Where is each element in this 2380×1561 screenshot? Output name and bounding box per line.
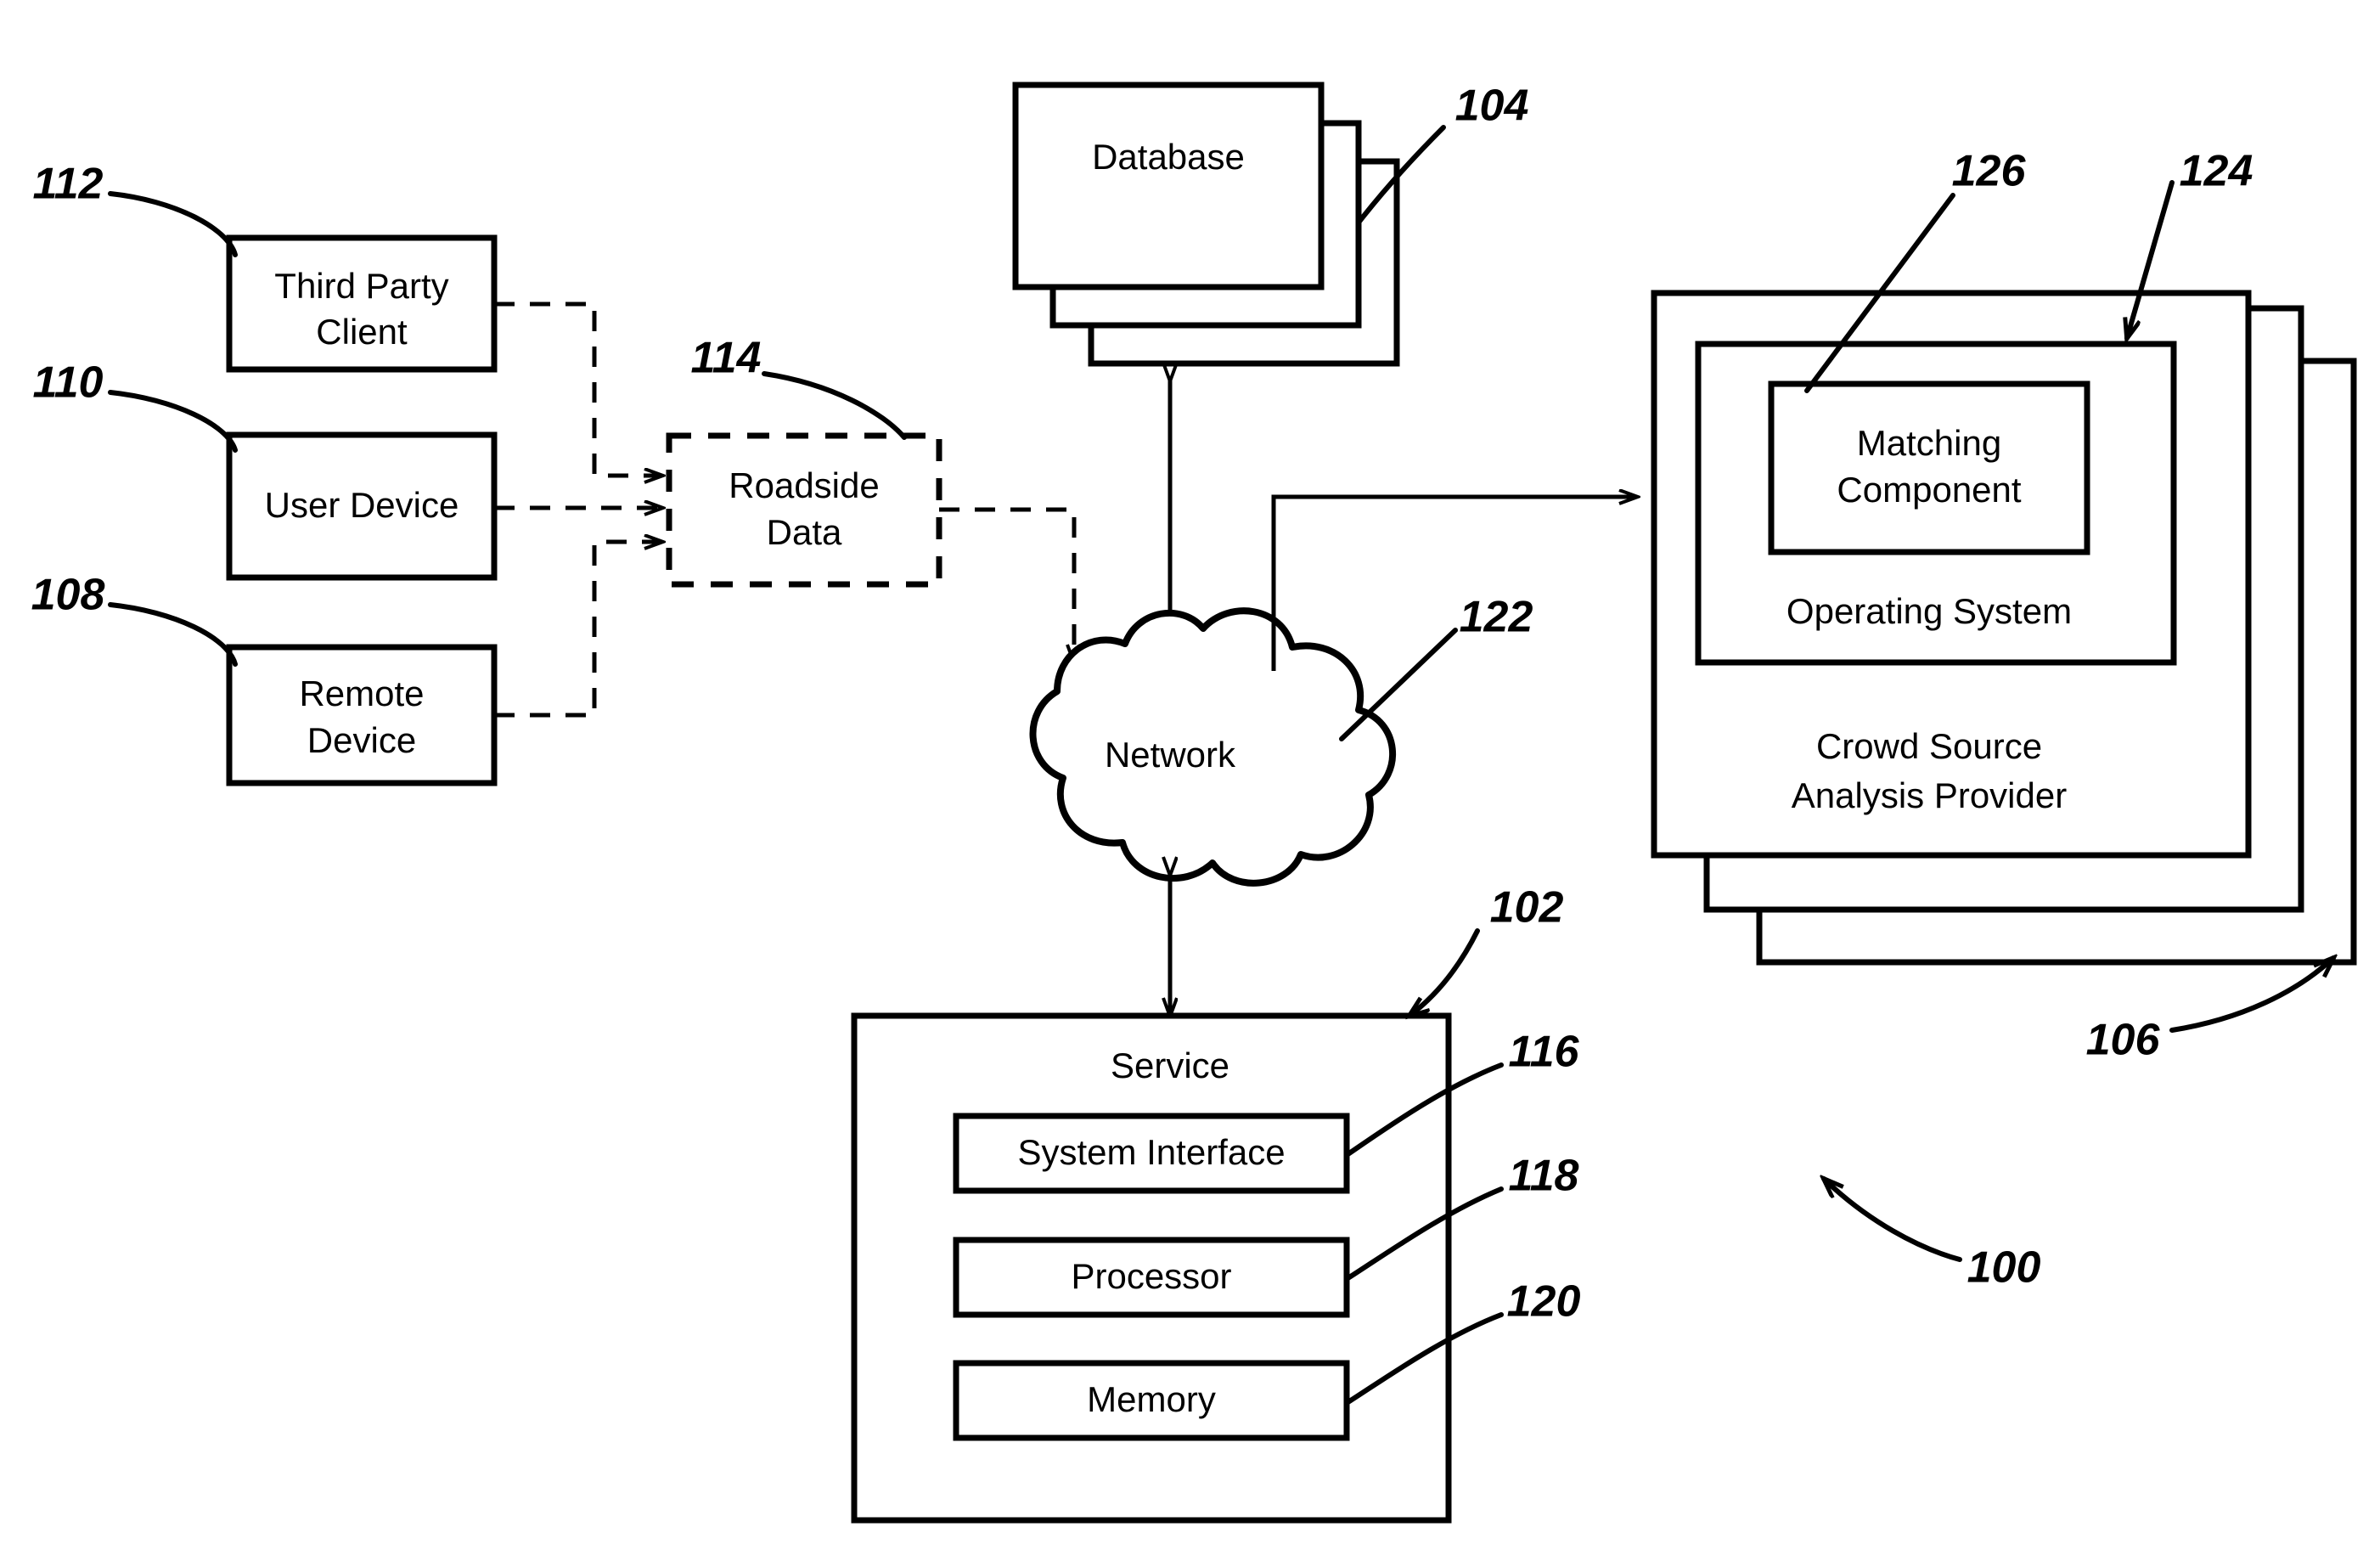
ref-110: 110 xyxy=(33,358,238,453)
connector-network-to-crowd-source xyxy=(1271,497,1637,671)
operating-system-label: Operating System xyxy=(1786,591,2072,631)
third-party-client-label-line1: Third Party xyxy=(274,266,448,306)
remote-device-box xyxy=(226,644,498,786)
network-label: Network xyxy=(1105,735,1236,775)
ref-118-label: 118 xyxy=(1509,1152,1579,1201)
ref-102: 102 xyxy=(1409,883,1563,1016)
ref-104-label: 104 xyxy=(1455,82,1529,131)
ref-100: 100 xyxy=(1824,1179,2040,1293)
node-database-stack: Database xyxy=(1012,82,1400,367)
ref-110-leader xyxy=(108,390,238,453)
database-card-front xyxy=(1012,82,1325,290)
ref-112-leader xyxy=(108,191,238,257)
patent-diagram-svg: Third Party Client User Device Remote De… xyxy=(31,82,2357,1524)
matching-component-label-line2: Component xyxy=(1837,470,2021,510)
ref-100-leader xyxy=(1824,1179,1962,1262)
connector-third-party-to-roadside xyxy=(494,301,662,476)
remote-device-label-line1: Remote xyxy=(299,673,424,713)
ref-106-label: 106 xyxy=(2086,1016,2161,1065)
node-roadside-data: Roadside Data xyxy=(666,432,942,588)
crowd-source-label-line2: Analysis Provider xyxy=(1792,775,2067,815)
node-third-party-client: Third Party Client xyxy=(226,234,498,373)
roadside-data-box xyxy=(666,432,942,588)
ref-102-leader xyxy=(1409,928,1480,1016)
figure-canvas: Third Party Client User Device Remote De… xyxy=(0,0,2380,1561)
service-label: Service xyxy=(1111,1045,1229,1085)
node-remote-device: Remote Device xyxy=(226,644,498,786)
ref-114-label: 114 xyxy=(691,334,762,383)
crowd-source-label-line1: Crowd Source xyxy=(1816,726,2042,766)
ref-108-leader xyxy=(108,602,238,667)
ref-108: 108 xyxy=(31,571,238,667)
remote-device-label-line2: Device xyxy=(307,720,416,760)
ref-110-label: 110 xyxy=(33,358,104,408)
processor-label: Processor xyxy=(1071,1256,1231,1296)
third-party-client-label-line2: Client xyxy=(316,312,408,352)
roadside-data-label-line2: Data xyxy=(767,512,842,552)
database-label: Database xyxy=(1092,137,1245,177)
node-crowd-source-stack: Matching Component Operating System Crow… xyxy=(1651,290,2357,966)
connector-clients-to-roadside xyxy=(494,301,662,718)
ref-108-label: 108 xyxy=(31,571,105,620)
ref-116-label: 116 xyxy=(1509,1028,1580,1077)
matching-component-label-line1: Matching xyxy=(1857,423,2001,463)
ref-112-label: 112 xyxy=(33,160,104,209)
ref-114: 114 xyxy=(691,334,907,440)
ref-112: 112 xyxy=(33,160,238,257)
matching-component-box xyxy=(1768,380,2090,555)
roadside-data-label-line1: Roadside xyxy=(729,465,879,505)
user-device-label: User Device xyxy=(265,485,459,525)
ref-114-leader xyxy=(762,371,907,440)
ref-126-label: 126 xyxy=(1952,147,2027,196)
memory-label: Memory xyxy=(1087,1379,1216,1419)
ref-106: 106 xyxy=(2086,958,2333,1065)
ref-120-label: 120 xyxy=(1507,1277,1581,1327)
ref-124-label: 124 xyxy=(2180,147,2253,196)
ref-106-leader xyxy=(2169,958,2333,1033)
system-interface-label: System Interface xyxy=(1017,1132,1285,1172)
ref-102-label: 102 xyxy=(1490,883,1564,933)
ref-100-label: 100 xyxy=(1967,1243,2041,1293)
connector-roadside-to-network xyxy=(939,507,1074,662)
ref-122-label: 122 xyxy=(1460,593,1533,642)
node-user-device: User Device xyxy=(226,431,498,581)
node-network: Network xyxy=(1029,607,1397,887)
connector-remote-device-to-roadside xyxy=(494,542,662,718)
